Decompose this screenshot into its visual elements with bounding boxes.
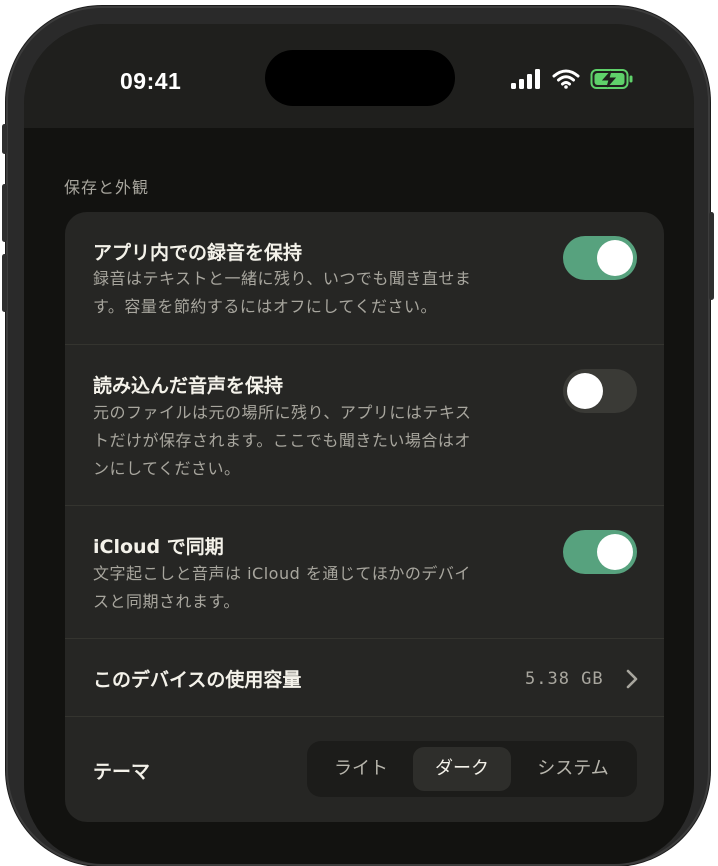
theme-row: テーマ ライト ダーク システム [65, 717, 664, 822]
settings-content: 保存と外観 アプリ内での録音を保持 録音はテキストと一緒に残り、いつでも聞き直せ… [24, 128, 694, 864]
keep-imported-toggle[interactable] [563, 369, 637, 413]
description-line: 録音はテキストと一緒に残り、いつでも聞き直せま [93, 269, 472, 288]
volume-down-button [2, 254, 7, 312]
icloud-sync-description: 文字起こしと音声は iCloud を通じてほかのデバイ スと同期されます。 [93, 560, 523, 616]
keep-recordings-title: アプリ内での録音を保持 [93, 242, 303, 264]
chevron-right-icon [626, 669, 638, 689]
storage-usage-value: 5.38 GB [525, 669, 604, 689]
keep-recordings-description: 録音はテキストと一緒に残り、いつでも聞き直せま す。容量を節約するにはオフにして… [93, 265, 523, 321]
toggle-knob [597, 240, 633, 276]
theme-title: テーマ [93, 761, 151, 783]
description-line: トだけが保存されます。ここでも聞きたい場合はオ [93, 431, 471, 450]
description-line: す。容量を節約するにはオフにしてください。 [93, 297, 437, 316]
screen: 09:41 保存と外観 アプリ内での録音を保持 録音はテキストと一緒に残り、いつ… [24, 24, 694, 864]
status-icons [510, 68, 634, 90]
keep-imported-row: 読み込んだ音声を保持 元のファイルは元の場所に残り、アプリにはテキス トだけが保… [65, 345, 664, 505]
theme-option-system[interactable]: システム [515, 747, 631, 791]
cellular-signal-icon [511, 69, 540, 89]
description-line: 元のファイルは元の場所に残り、アプリにはテキス [93, 403, 472, 422]
icloud-sync-toggle[interactable] [563, 530, 637, 574]
keep-imported-description: 元のファイルは元の場所に残り、アプリにはテキス トだけが保存されます。ここでも聞… [93, 399, 523, 483]
description-line: ンにしてください。 [93, 459, 241, 478]
storage-usage-row[interactable]: このデバイスの使用容量 5.38 GB [65, 639, 664, 716]
theme-segmented-control: ライト ダーク システム [307, 741, 637, 797]
keep-recordings-row: アプリ内での録音を保持 録音はテキストと一緒に残り、いつでも聞き直せま す。容量… [65, 212, 664, 344]
icloud-sync-title: iCloud で同期 [93, 536, 224, 558]
side-button [709, 212, 714, 300]
storage-usage-title: このデバイスの使用容量 [93, 669, 302, 691]
keep-recordings-toggle[interactable] [563, 236, 637, 280]
theme-option-dark[interactable]: ダーク [413, 747, 511, 791]
battery-charging-icon [590, 69, 633, 89]
section-title: 保存と外観 [64, 178, 150, 197]
phone-frame: 09:41 保存と外観 アプリ内での録音を保持 録音はテキストと一緒に残り、いつ… [2, 6, 714, 866]
wifi-icon [552, 69, 580, 89]
action-button [2, 124, 7, 154]
toggle-knob [567, 373, 603, 409]
theme-option-light[interactable]: ライト [313, 747, 409, 791]
icloud-sync-row: iCloud で同期 文字起こしと音声は iCloud を通じてほかのデバイ ス… [65, 506, 664, 638]
status-bar: 09:41 [24, 24, 694, 128]
volume-up-button [2, 184, 7, 242]
settings-card: アプリ内での録音を保持 録音はテキストと一緒に残り、いつでも聞き直せま す。容量… [65, 212, 664, 822]
description-line: スと同期されます。 [93, 592, 240, 611]
description-line: 文字起こしと音声は iCloud を通じてほかのデバイ [93, 564, 471, 583]
keep-imported-title: 読み込んだ音声を保持 [93, 375, 284, 397]
dynamic-island [265, 50, 455, 106]
status-time: 09:41 [120, 68, 182, 94]
toggle-knob [597, 534, 633, 570]
